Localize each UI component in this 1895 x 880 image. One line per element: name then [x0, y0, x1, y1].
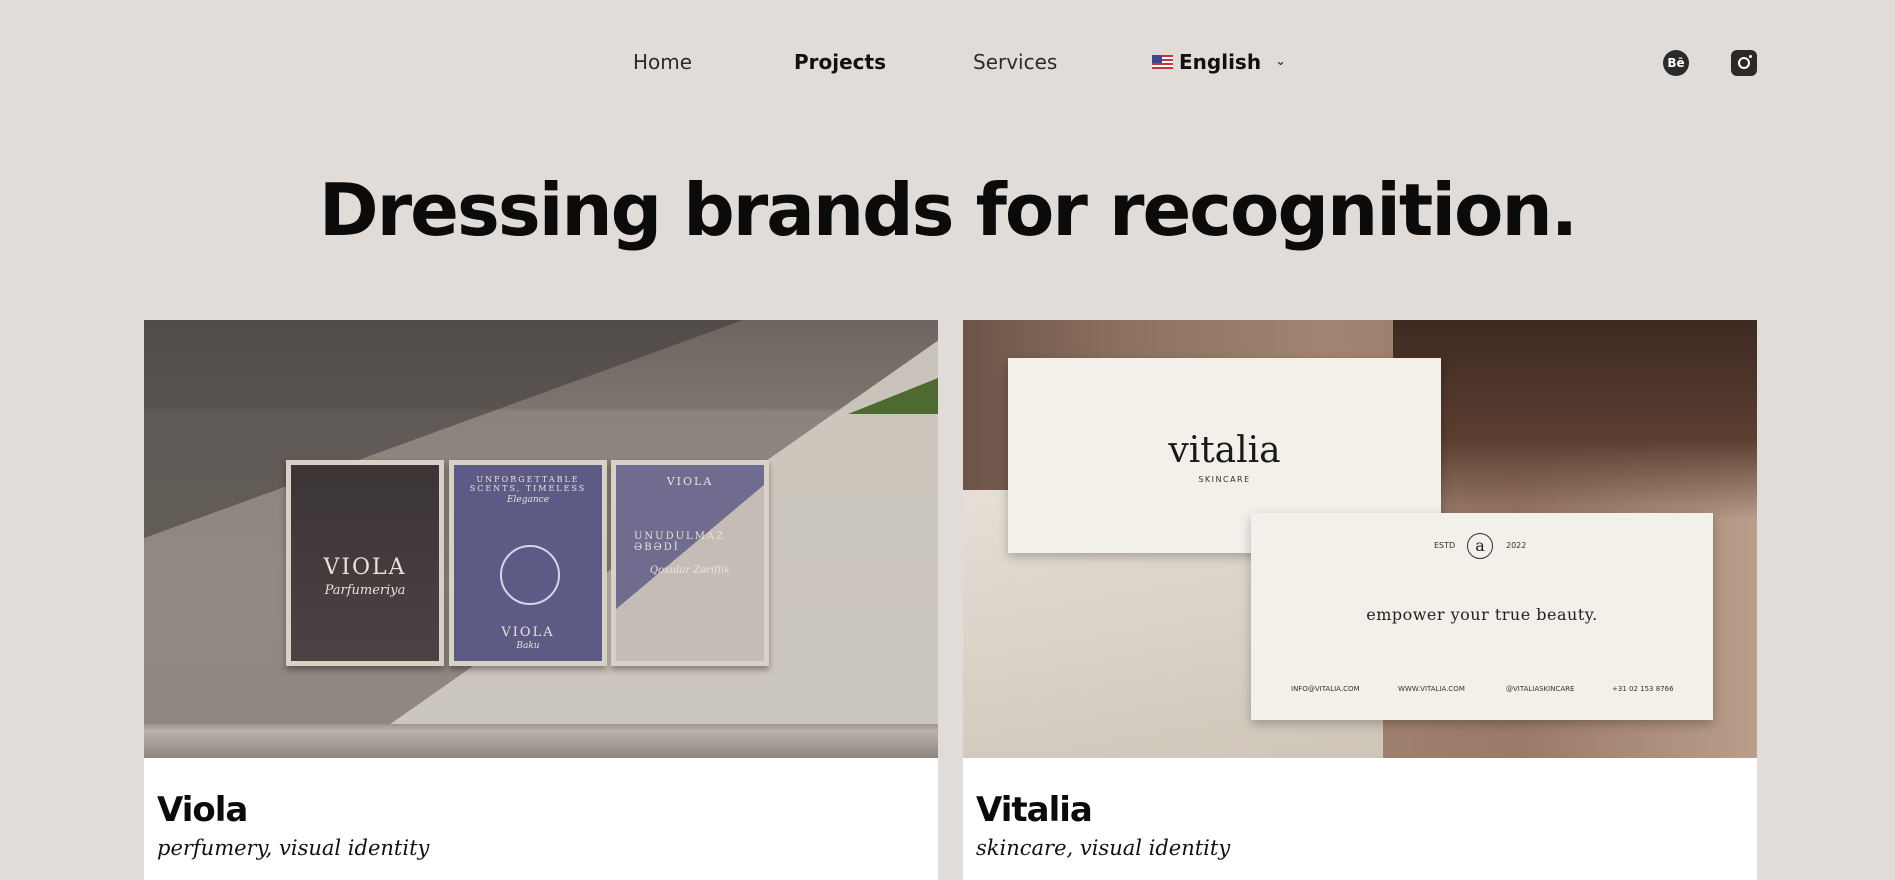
poster-1: VIOLA Parfumeriya	[286, 460, 444, 666]
us-flag-icon	[1152, 55, 1173, 69]
card-instagram: @VITALIASKINCARE	[1506, 685, 1575, 693]
project-subtitle: skincare, visual identity	[976, 836, 1231, 860]
poster-2-headline: UNFORGETTABLE SCENTS, TIMELESS	[469, 475, 587, 493]
poster-2: UNFORGETTABLE SCENTS, TIMELESS Elegance …	[449, 460, 607, 666]
poster-1-brand: VIOLA	[323, 555, 407, 580]
vitalia-logo: vitalia	[1168, 430, 1281, 471]
project-card-viola[interactable]: VIOLA Parfumeriya UNFORGETTABLE SCENTS, …	[144, 320, 938, 880]
project-subtitle: perfumery, visual identity	[157, 836, 430, 860]
card-estd: ESTD	[1434, 541, 1456, 550]
poster-2-script: Baku	[516, 641, 540, 651]
project-title: Viola	[157, 790, 248, 830]
instagram-icon[interactable]	[1731, 50, 1757, 76]
card-tagline: empower your true beauty.	[1366, 605, 1598, 624]
project-card-vitalia[interactable]: vitalia SKINCARE ESTD a 2022 empower you…	[963, 320, 1757, 880]
vitalia-logo-sub: SKINCARE	[1198, 475, 1251, 484]
chevron-down-icon: ⌄	[1275, 53, 1286, 69]
poster-2-brand: VIOLA	[501, 625, 555, 640]
language-selector[interactable]: English ⌄	[1152, 50, 1286, 74]
poster-3-headline: UNUDULMAZ ƏBƏDİ	[634, 531, 726, 553]
card-phone: +31 02 153 8766	[1612, 685, 1674, 693]
bench-edge	[144, 724, 938, 758]
poster-3: VIOLA UNUDULMAZ ƏBƏDİ Qoxular Zəriflik	[611, 460, 769, 666]
nav-home-link[interactable]: Home	[633, 50, 692, 74]
business-card-back: ESTD a 2022 empower your true beauty. IN…	[1251, 513, 1713, 720]
project-image-vitalia: vitalia SKINCARE ESTD a 2022 empower you…	[963, 320, 1757, 758]
card-monogram: a	[1467, 533, 1493, 559]
page-title: Dressing brands for recognition.	[318, 168, 1578, 252]
poster-3-brand: VIOLA	[666, 475, 714, 488]
poster-1-script: Parfumeriya	[324, 583, 406, 598]
card-email: INFO@VITALIA.COM	[1291, 685, 1360, 693]
nav-services-link[interactable]: Services	[973, 50, 1057, 74]
top-navigation: Home Projects Services English ⌄ Bē	[0, 0, 1895, 128]
card-year: 2022	[1506, 541, 1527, 550]
poster-3-script: Qoxular Zəriflik	[649, 565, 731, 576]
leaf-shape	[848, 378, 938, 414]
project-image-viola: VIOLA Parfumeriya UNFORGETTABLE SCENTS, …	[144, 320, 938, 758]
hair-shape	[1393, 320, 1757, 520]
language-label: English	[1179, 50, 1262, 74]
instagram-dot	[1749, 55, 1752, 58]
project-title: Vitalia	[976, 790, 1093, 830]
poster-2-script-top: Elegance	[506, 495, 550, 505]
instagram-ring	[1738, 57, 1750, 69]
behance-icon[interactable]: Bē	[1663, 50, 1689, 76]
card-website: WWW.VITALIA.COM	[1398, 685, 1465, 693]
lotus-emblem-icon	[500, 545, 560, 605]
nav-projects-link[interactable]: Projects	[794, 50, 886, 74]
